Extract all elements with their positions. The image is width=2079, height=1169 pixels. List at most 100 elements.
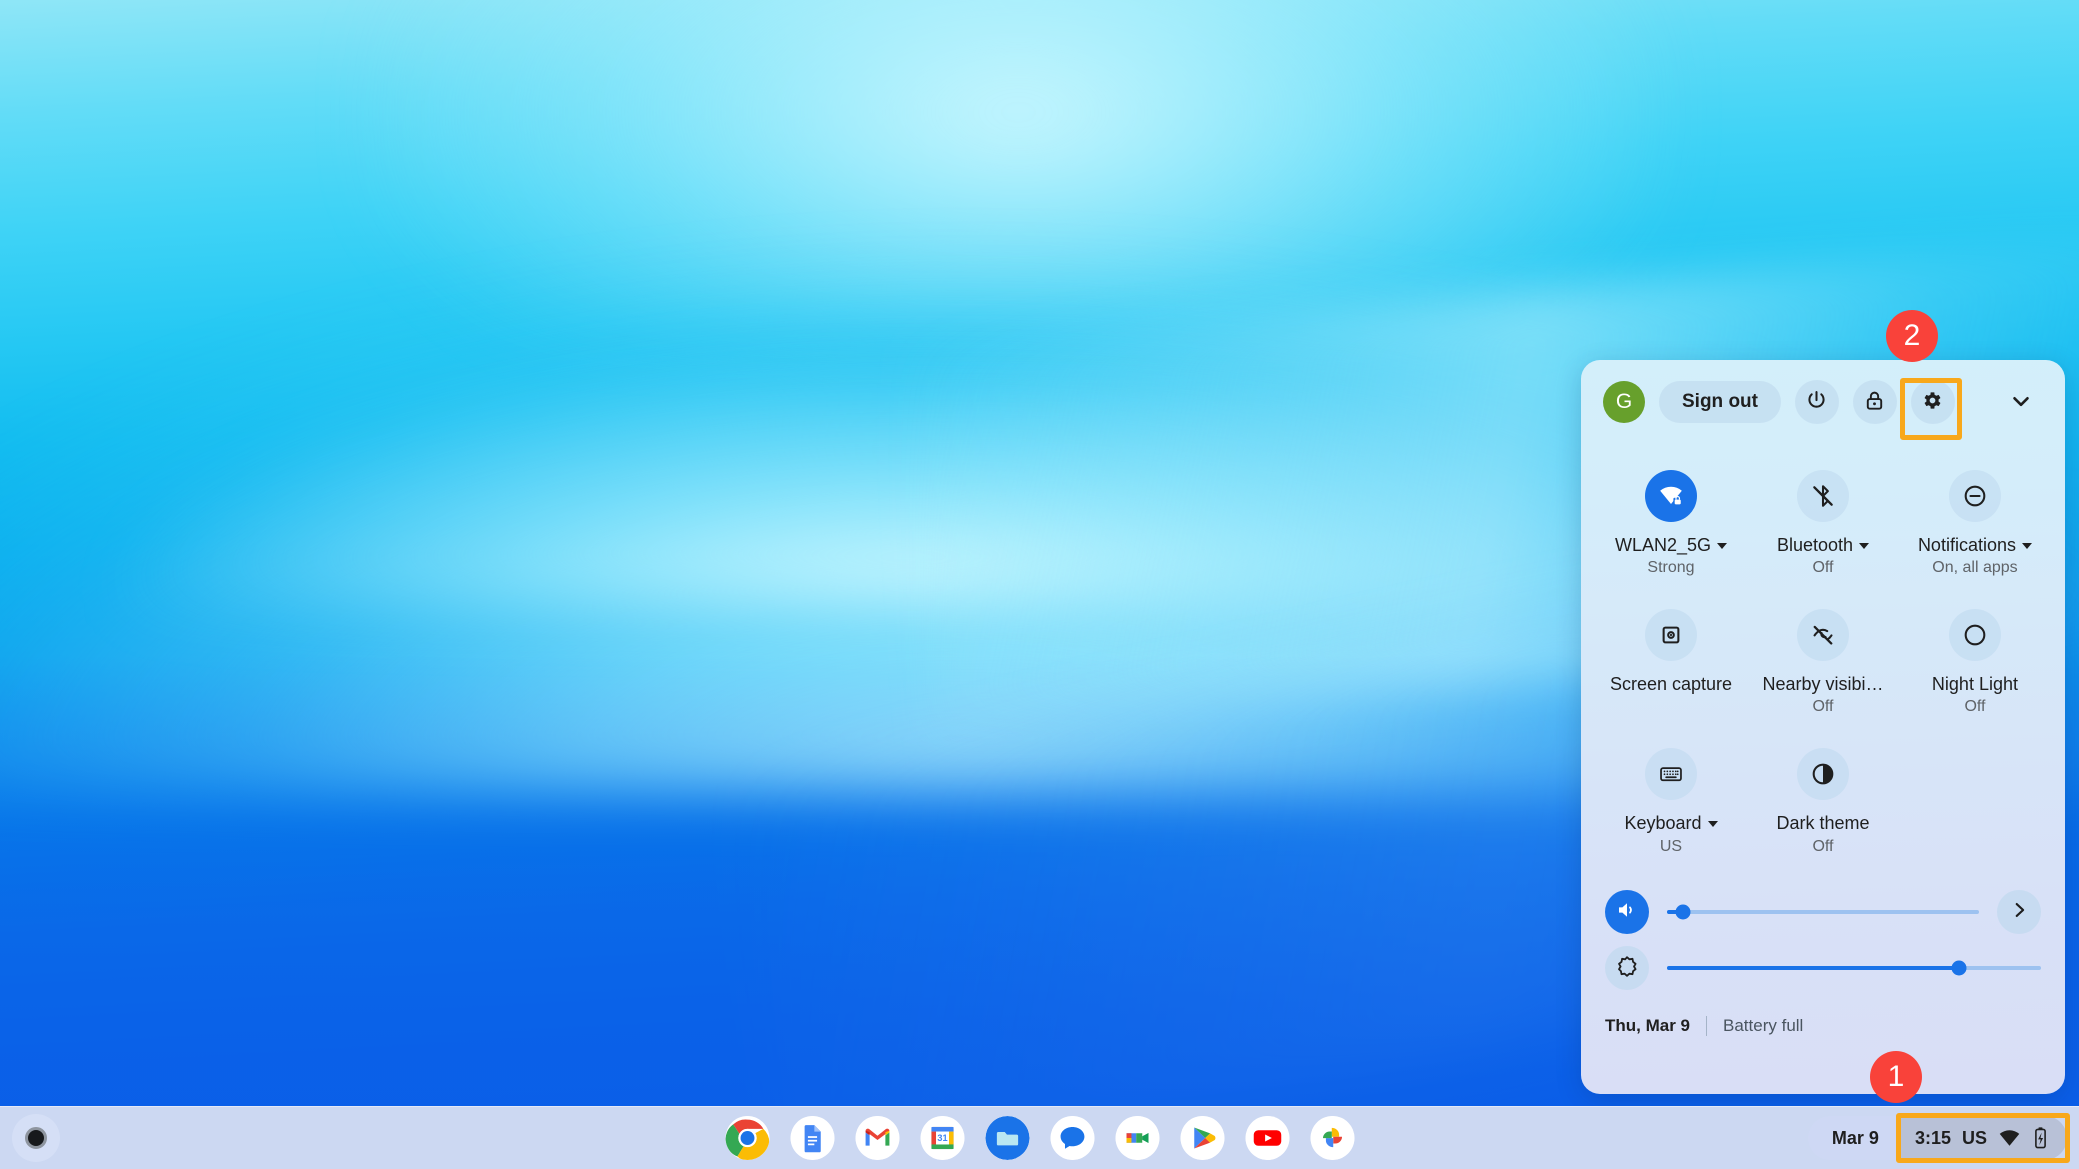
tile-dark-theme-label: Dark theme [1776, 813, 1870, 834]
tray-time: 3:15 [1914, 1127, 1951, 1148]
wifi-locked-icon [1644, 470, 1697, 522]
tile-night-light-label: Night Light [1931, 674, 2018, 695]
status-tray: Mar 9 3:15 US [1807, 1113, 2070, 1163]
tile-bluetooth-label-row: Bluetooth [1777, 535, 1869, 556]
brightness-slider-knob[interactable] [1951, 960, 1967, 976]
messages-app-icon[interactable] [1050, 1116, 1094, 1160]
power-icon [1805, 389, 1828, 415]
tile-bluetooth[interactable]: Bluetooth Off [1747, 456, 1899, 583]
chevron-down-icon [1859, 542, 1869, 549]
screen-capture-icon [1644, 609, 1697, 662]
collapse-button[interactable] [1999, 380, 2043, 424]
docs-app-icon[interactable] [790, 1116, 834, 1160]
tile-notifications-label-row: Notifications [1918, 535, 2032, 556]
dark-theme-icon [1796, 748, 1849, 801]
chevron-down-icon [2008, 388, 2034, 417]
tile-keyboard-label: Keyboard [1624, 813, 1702, 834]
play-store-app-icon[interactable] [1180, 1116, 1224, 1160]
tile-notifications[interactable]: Notifications On, all apps [1899, 456, 2051, 583]
tile-notifications-label: Notifications [1917, 535, 2016, 555]
chevron-down-icon [1707, 821, 1718, 828]
tile-nearby-sub: Off [1812, 698, 1834, 716]
brightness-slider-fill [1667, 965, 1959, 970]
launcher-button[interactable] [12, 1114, 60, 1162]
svg-text:31: 31 [937, 1133, 947, 1143]
volume-button[interactable] [1605, 889, 1649, 934]
meet-app-icon[interactable] [1115, 1116, 1159, 1160]
chevron-down-icon [2021, 542, 2032, 549]
audio-settings-button[interactable] [1997, 889, 2041, 934]
quick-settings-tile-grid-row-2: Screen capture Nearby visibi… Off Night … [1581, 583, 2065, 722]
chevron-down-icon [1717, 542, 1728, 549]
tile-screen-capture-label-row: Screen capture [1610, 674, 1732, 695]
files-app-icon[interactable] [985, 1116, 1029, 1160]
quick-settings-header: G Sign out [1581, 360, 2065, 444]
tile-nearby-visibility[interactable]: Nearby visibi… Off [1747, 595, 1899, 722]
lock-icon [1863, 389, 1886, 415]
battery-status[interactable]: Battery full [1723, 1016, 1803, 1036]
step-badge-2: 2 [1886, 310, 1938, 362]
brightness-icon [1615, 954, 1639, 981]
tile-wifi-sub: Strong [1647, 559, 1695, 577]
tile-wifi-label-row: WLAN2_5G [1614, 535, 1728, 556]
shelf: 31 Mar 9 3:15 US [0, 1106, 2079, 1169]
sign-out-button[interactable]: Sign out [1659, 381, 1781, 423]
gear-icon [1921, 389, 1944, 415]
do-not-disturb-icon [1948, 470, 2001, 522]
youtube-app-icon[interactable] [1245, 1116, 1289, 1160]
tray-input-method: US [1961, 1127, 1987, 1148]
tile-dark-theme-sub: Off [1812, 837, 1834, 855]
power-button[interactable] [1794, 380, 1839, 424]
panel-date[interactable]: Thu, Mar 9 [1605, 1016, 1690, 1036]
gmail-app-icon[interactable] [855, 1116, 899, 1160]
nearby-visibility-off-icon [1796, 609, 1849, 662]
tile-dark-theme[interactable]: Dark theme Off [1747, 734, 1899, 861]
tile-wifi[interactable]: WLAN2_5G Strong [1595, 456, 1747, 583]
step-badge-1: 1 [1870, 1051, 1922, 1103]
tile-notifications-sub: On, all apps [1932, 559, 2018, 577]
tile-keyboard-sub: US [1659, 837, 1683, 855]
shelf-app-list: 31 [725, 1116, 1354, 1160]
chrome-app-icon[interactable] [725, 1116, 769, 1160]
photos-app-icon[interactable] [1310, 1116, 1354, 1160]
tile-bluetooth-label: Bluetooth [1776, 535, 1853, 555]
tray-date[interactable]: Mar 9 [1808, 1116, 1899, 1160]
tile-nearby-label: Nearby visibi… [1762, 674, 1884, 695]
volume-slider-knob[interactable] [1675, 904, 1691, 920]
tile-screen-capture[interactable]: Screen capture [1595, 595, 1747, 722]
tile-dark-theme-label-row: Dark theme [1776, 813, 1869, 834]
quick-settings-footer: Thu, Mar 9 Battery full [1581, 996, 2065, 1036]
bluetooth-off-icon [1796, 470, 1849, 522]
tile-night-light-sub: Off [1964, 698, 1986, 716]
tile-night-light[interactable]: Night Light Off [1899, 595, 2051, 722]
quick-settings-tile-grid-row-3: Keyboard US Dark theme Off [1581, 722, 2065, 861]
launcher-icon [25, 1127, 47, 1149]
slider-area [1581, 862, 2065, 996]
tile-bluetooth-sub: Off [1812, 559, 1834, 577]
avatar[interactable]: G [1603, 381, 1645, 423]
brightness-slider[interactable] [1667, 960, 2041, 976]
footer-divider [1706, 1015, 1708, 1036]
tile-keyboard-label-row: Keyboard [1624, 813, 1718, 834]
calendar-app-icon[interactable]: 31 [920, 1116, 964, 1160]
volume-slider-row [1605, 884, 2041, 940]
chevron-right-icon [2008, 899, 2030, 924]
battery-charging-icon [2032, 1126, 2049, 1150]
quick-settings-panel: G Sign out WLAN2_5G Strong Bluetooth Off… [1581, 360, 2065, 1094]
tile-night-light-label-row: Night Light [1932, 674, 2018, 695]
volume-icon [1615, 898, 1639, 925]
volume-slider[interactable] [1667, 904, 1979, 920]
tile-keyboard[interactable]: Keyboard US [1595, 734, 1747, 861]
tile-wifi-label: WLAN2_5G [1614, 535, 1712, 555]
tile-nearby-label-row: Nearby visibi… [1762, 674, 1883, 695]
brightness-button[interactable] [1605, 945, 1649, 990]
tray-status-area[interactable]: 3:15 US [1895, 1113, 2070, 1163]
tile-screen-capture-label: Screen capture [1609, 674, 1733, 695]
brightness-slider-row [1605, 940, 2041, 996]
quick-settings-tile-grid-row-1: WLAN2_5G Strong Bluetooth Off Notificati… [1581, 444, 2065, 583]
wifi-icon [1998, 1127, 2021, 1150]
night-light-icon [1948, 609, 2001, 662]
lock-button[interactable] [1852, 380, 1897, 424]
settings-button[interactable] [1910, 380, 1955, 424]
keyboard-icon [1644, 748, 1697, 801]
